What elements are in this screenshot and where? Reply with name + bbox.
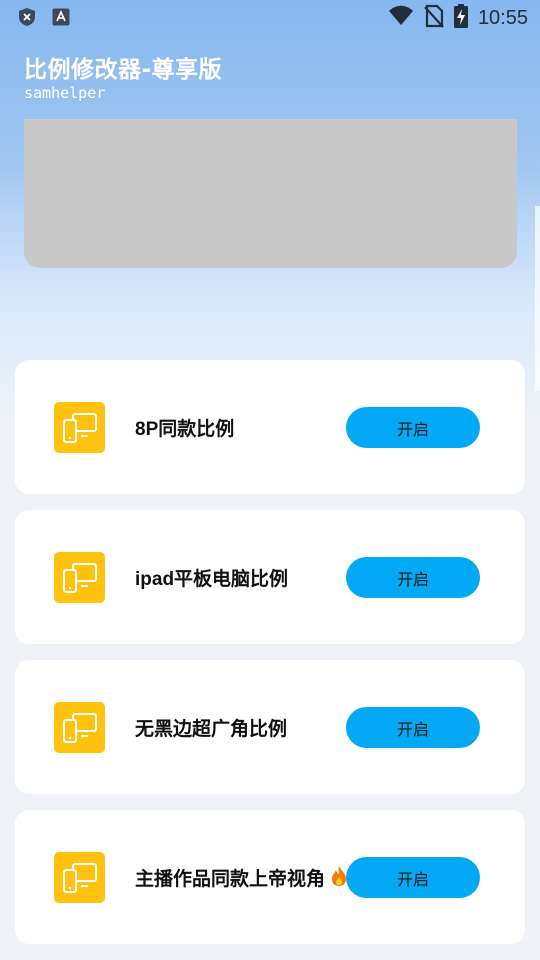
battery-charging-icon bbox=[453, 4, 468, 32]
card-label: 无黑边超广角比例 bbox=[135, 719, 288, 740]
no-sim-icon bbox=[424, 4, 444, 32]
fire-icon bbox=[331, 865, 347, 891]
card-label: 8P同款比例 bbox=[135, 419, 235, 440]
shield-icon bbox=[18, 7, 36, 31]
enable-button[interactable]: 开启 bbox=[346, 857, 480, 898]
card-label: 主播作品同款上帝视角 bbox=[135, 869, 326, 890]
ratio-card-wide-angle: 无黑边超广角比例 开启 bbox=[15, 660, 525, 794]
devices-icon bbox=[54, 702, 105, 753]
ratio-card-ipad: ipad平板电脑比例 开启 bbox=[15, 510, 525, 644]
banner-placeholder[interactable] bbox=[24, 119, 517, 268]
text-a-icon bbox=[52, 8, 70, 30]
app-subtitle: samhelper bbox=[24, 84, 106, 102]
enable-button[interactable]: 开启 bbox=[346, 707, 480, 748]
enable-button[interactable]: 开启 bbox=[346, 557, 480, 598]
card-label: ipad平板电脑比例 bbox=[135, 569, 289, 590]
app-title: 比例修改器-尊享版 bbox=[24, 57, 223, 83]
devices-icon bbox=[54, 552, 105, 603]
ratio-card-god-view: 主播作品同款上帝视角 开启 bbox=[15, 810, 525, 944]
status-bar: 10:55 bbox=[0, 0, 540, 36]
devices-icon bbox=[54, 402, 105, 453]
ratio-card-8p: 8P同款比例 开启 bbox=[15, 360, 525, 494]
scroll-indicator bbox=[535, 206, 540, 391]
clock: 10:55 bbox=[477, 6, 528, 29]
wifi-icon bbox=[388, 5, 414, 31]
enable-button[interactable]: 开启 bbox=[346, 407, 480, 448]
devices-icon bbox=[54, 852, 105, 903]
